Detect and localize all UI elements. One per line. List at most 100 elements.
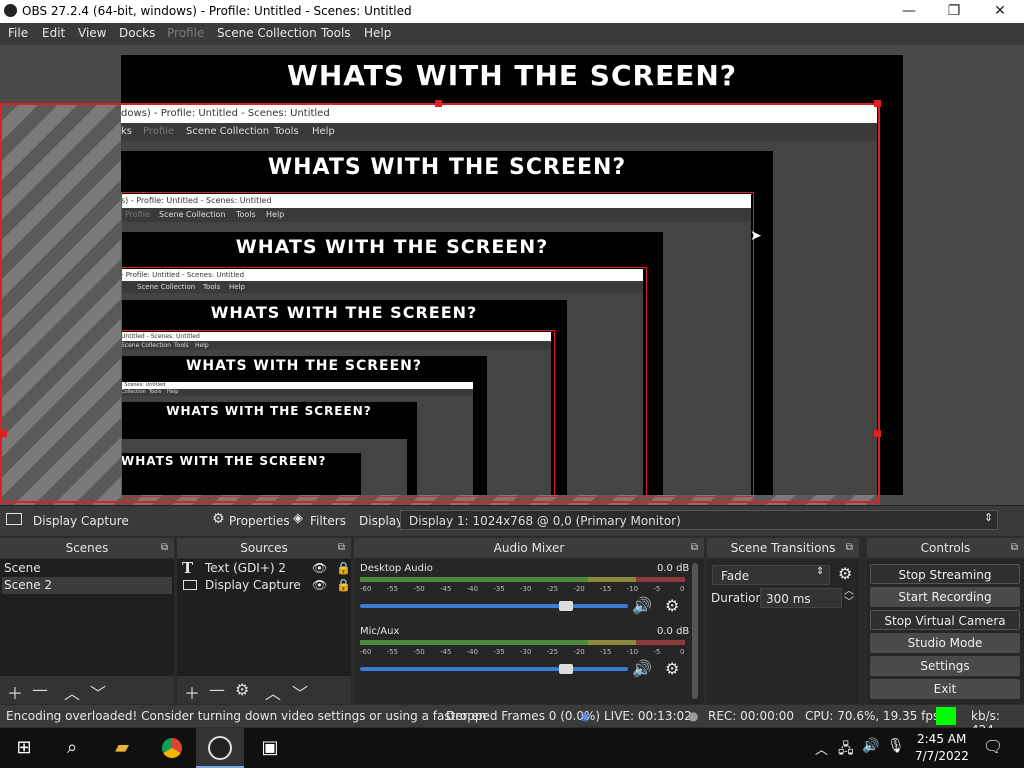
search-icon[interactable]: ⌕: [48, 728, 96, 768]
chrome-icon[interactable]: [148, 728, 196, 768]
maximize-button[interactable]: ❐: [931, 0, 977, 23]
obs-taskbar-icon[interactable]: [196, 728, 244, 768]
meter-tick-label: -35: [493, 648, 505, 656]
network-icon[interactable]: 🖧: [838, 738, 854, 762]
tray-chevron-icon[interactable]: ︿: [815, 739, 828, 758]
resize-handle[interactable]: [435, 100, 442, 107]
studio-mode-button[interactable]: Studio Mode: [870, 633, 1020, 653]
menu-edit[interactable]: Edit: [42, 26, 65, 40]
monitor-icon: [183, 580, 197, 590]
microphone-icon[interactable]: 🎙: [887, 738, 905, 754]
close-button[interactable]: ✕: [977, 0, 1023, 23]
properties-button[interactable]: Properties: [229, 514, 290, 528]
filters-button[interactable]: Filters: [310, 514, 346, 528]
menu-profile[interactable]: Profile: [167, 26, 204, 40]
move-up-icon[interactable]: ︿: [265, 680, 281, 704]
meter-tick-label: -50: [413, 585, 425, 593]
speaker-icon[interactable]: 🔊: [632, 596, 652, 615]
move-down-icon[interactable]: ﹀: [90, 680, 106, 704]
meter-tick-label: -30: [520, 648, 532, 656]
windows-start-icon[interactable]: ⊞: [0, 728, 48, 768]
clock-date[interactable]: 7/7/2022: [915, 749, 969, 763]
window-title: OBS 27.2.4 (64-bit, windows) - Profile: …: [22, 4, 412, 18]
move-up-icon[interactable]: ︿: [64, 680, 80, 704]
menu-file[interactable]: File: [8, 26, 28, 40]
filters-icon: ◈: [293, 511, 303, 526]
meter-tick-label: -5: [653, 585, 661, 593]
menu-docks[interactable]: Docks: [119, 26, 155, 40]
meter-tick-label: -55: [386, 648, 399, 656]
mic-aux-volume-slider[interactable]: [360, 667, 628, 671]
display-select[interactable]: Display 1: 1024x768 @ 0,0 (Primary Monit…: [400, 510, 998, 530]
stop-virtual-camera-button[interactable]: Stop Virtual Camera: [870, 610, 1020, 630]
speaker-icon[interactable]: 🔊: [632, 659, 652, 678]
desktop-audio-volume-slider[interactable]: [360, 604, 628, 608]
resize-handle[interactable]: [0, 430, 7, 437]
spinner-arrows-icon[interactable]: ⇕: [816, 566, 824, 577]
scenes-dock: Scenes ⧉ Scene Scene 2 ＋ — ︿ ﹀: [0, 538, 174, 704]
source-item[interactable]: Display Capture 👁 🔒: [179, 577, 351, 594]
resize-handle[interactable]: [874, 430, 881, 437]
exit-button[interactable]: Exit: [870, 679, 1020, 699]
remove-icon[interactable]: —: [32, 680, 48, 699]
undock-icon[interactable]: ⧉: [846, 538, 853, 558]
undock-icon[interactable]: ⧉: [338, 538, 345, 558]
desktop-audio-volume-knob[interactable]: [559, 601, 574, 611]
clock-time[interactable]: 2:45 AM: [917, 732, 966, 746]
gear-icon[interactable]: ⚙: [235, 680, 249, 699]
app-window-icon[interactable]: ▣: [246, 728, 294, 768]
gear-icon[interactable]: ⚙: [838, 564, 852, 583]
gear-icon[interactable]: ⚙: [665, 659, 679, 678]
meter-tick-label: -60: [360, 648, 372, 656]
meter-tick-label: -55: [386, 585, 399, 593]
scene-item[interactable]: Scene 2: [2, 577, 172, 594]
undock-icon[interactable]: ⧉: [161, 538, 168, 558]
undock-icon[interactable]: ⧉: [691, 538, 698, 558]
notifications-icon[interactable]: 🗨: [983, 737, 1003, 756]
transition-select[interactable]: Fade: [712, 565, 830, 585]
remove-icon[interactable]: —: [209, 680, 225, 699]
resize-handle[interactable]: [874, 100, 881, 107]
menu-tools[interactable]: Tools: [321, 26, 351, 40]
meter-tick-label: -45: [440, 585, 452, 593]
menu-help[interactable]: Help: [364, 26, 391, 40]
cpu-usage: CPU: 70.6%, 19.35 fps: [805, 709, 940, 723]
bitrate-indicator: [936, 707, 956, 725]
spinner-arrows-icon[interactable]: ⇕: [984, 511, 993, 524]
source-item[interactable]: T Text (GDI+) 2 👁 🔒: [179, 559, 351, 577]
preview-canvas[interactable]: WHATS WITH THE SCREEN? dows) - Profile: …: [0, 45, 1024, 505]
meter-tick-label: -25: [546, 585, 559, 593]
start-recording-button[interactable]: Start Recording: [870, 587, 1020, 607]
gear-icon[interactable]: ⚙: [665, 596, 679, 615]
file-explorer-icon[interactable]: ▰: [98, 728, 146, 768]
meter-tick-label: -60: [360, 585, 372, 593]
menu-view[interactable]: View: [78, 26, 106, 40]
controls-header: Controls ⧉: [867, 538, 1024, 558]
lock-icon[interactable]: 🔒: [336, 577, 351, 594]
add-icon[interactable]: ＋: [7, 680, 23, 704]
minimize-button[interactable]: —: [886, 0, 932, 23]
undock-icon[interactable]: ⧉: [1011, 538, 1018, 558]
sources-dock: Sources ⧉ T Text (GDI+) 2 👁 🔒 Display Cap…: [177, 538, 351, 704]
scenes-header: Scenes ⧉: [0, 538, 174, 558]
duration-input[interactable]: 300 ms: [760, 588, 842, 608]
visibility-eye-icon[interactable]: 👁: [312, 577, 327, 594]
lock-icon[interactable]: 🔒: [336, 560, 351, 577]
selected-source-name: Display Capture: [33, 514, 129, 528]
mic-aux-volume-knob[interactable]: [559, 664, 574, 674]
stop-streaming-button[interactable]: Stop Streaming: [870, 564, 1020, 584]
visibility-eye-icon[interactable]: 👁: [312, 560, 327, 577]
transitions-header: Scene Transitions ⧉: [707, 538, 859, 558]
duration-stepper-icon[interactable]: ︿ ﹀: [844, 586, 854, 608]
move-down-icon[interactable]: ﹀: [292, 680, 308, 704]
menu-scene-collection[interactable]: Scene Collection: [217, 26, 317, 40]
add-icon[interactable]: ＋: [184, 680, 200, 704]
settings-button[interactable]: Settings: [870, 656, 1020, 676]
live-time: LIVE: 00:13:02: [604, 709, 692, 723]
text-icon: T: [182, 559, 194, 577]
volume-icon[interactable]: 🔊: [862, 738, 879, 754]
rec-indicator-icon: ●: [688, 709, 699, 723]
scene-item[interactable]: Scene: [2, 560, 172, 577]
mixer-scrollbar[interactable]: [692, 563, 698, 699]
scenes-toolbar: ＋ — ︿ ﹀: [0, 676, 174, 704]
